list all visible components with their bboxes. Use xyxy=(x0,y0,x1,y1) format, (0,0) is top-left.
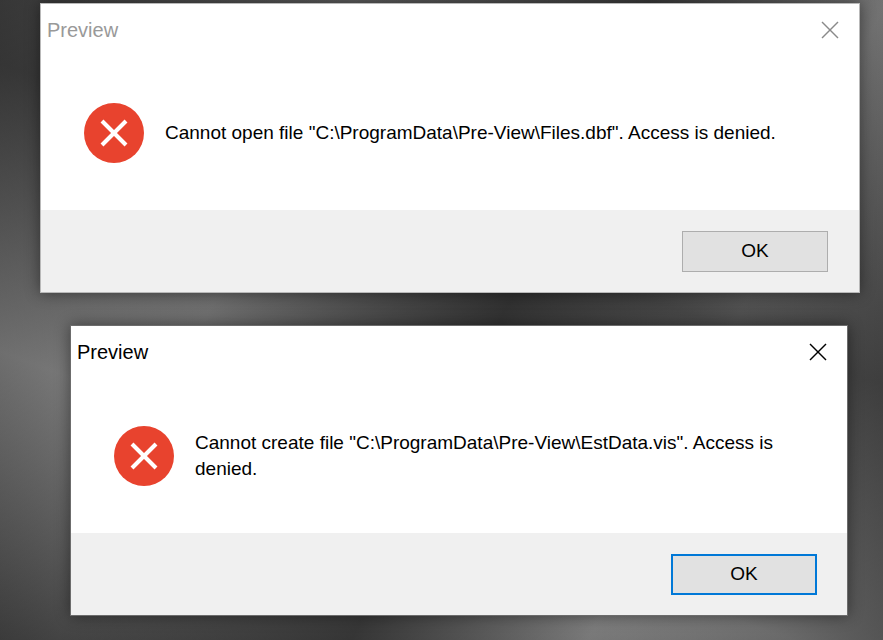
dialog-body: Cannot open file "C:\ProgramData\Pre-Vie… xyxy=(41,56,859,210)
title-bar[interactable]: Preview xyxy=(71,326,847,378)
window-title: Preview xyxy=(47,19,118,42)
button-bar: OK xyxy=(41,210,859,292)
error-message: Cannot open file "C:\ProgramData\Pre-Vie… xyxy=(165,120,776,146)
title-bar[interactable]: Preview xyxy=(41,4,859,56)
close-button[interactable] xyxy=(789,326,847,378)
desktop: Preview Cannot open file "C:\ProgramData… xyxy=(0,0,883,640)
error-icon xyxy=(113,425,175,487)
window-title: Preview xyxy=(77,341,148,364)
error-icon xyxy=(83,102,145,164)
error-dialog[interactable]: Preview Cannot create file "C:\ProgramDa… xyxy=(70,325,848,616)
dialog-body: Cannot create file "C:\ProgramData\Pre-V… xyxy=(71,378,847,533)
close-button[interactable] xyxy=(801,4,859,56)
ok-button[interactable]: OK xyxy=(682,231,828,272)
button-bar: OK xyxy=(71,533,847,615)
error-message: Cannot create file "C:\ProgramData\Pre-V… xyxy=(195,430,795,482)
close-icon xyxy=(821,21,839,39)
ok-button[interactable]: OK xyxy=(671,554,817,595)
error-dialog[interactable]: Preview Cannot open file "C:\ProgramData… xyxy=(40,3,860,293)
close-icon xyxy=(809,343,827,361)
